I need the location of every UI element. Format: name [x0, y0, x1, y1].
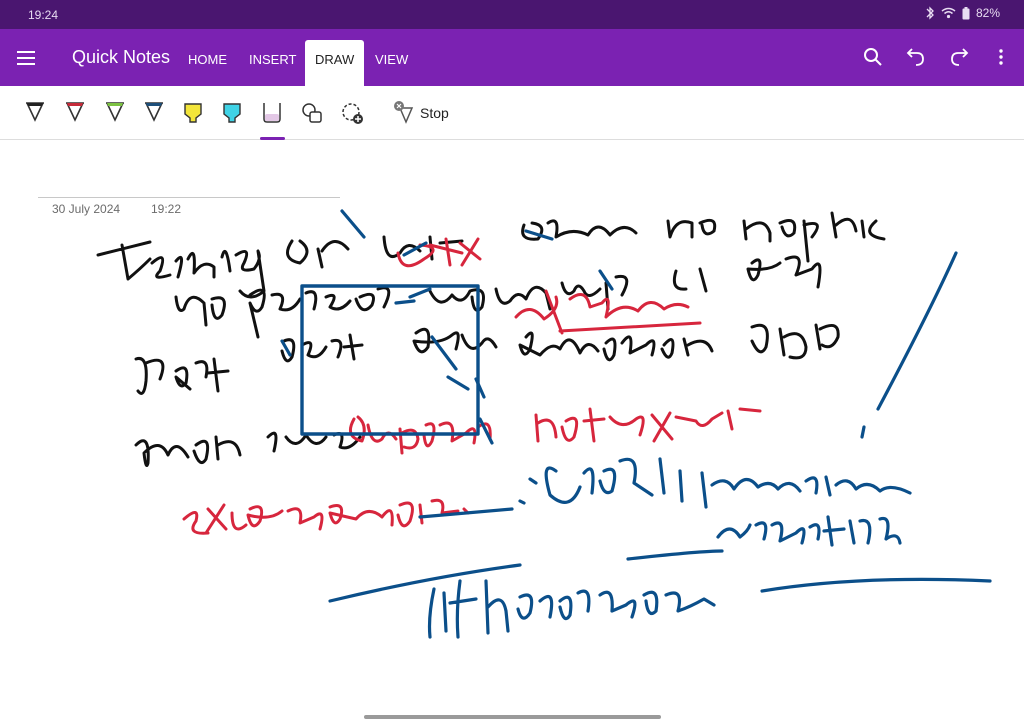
blue-pen-icon[interactable] [142, 100, 166, 126]
ink-blue-rectangle [300, 284, 480, 436]
lasso-select-icon[interactable] [340, 100, 364, 126]
red-pen-icon[interactable] [63, 100, 87, 126]
search-icon[interactable] [861, 45, 885, 69]
active-tool-indicator [260, 137, 285, 140]
tab-draw[interactable]: DRAW [305, 40, 365, 86]
tab-home[interactable]: HOME [178, 40, 237, 86]
redo-icon[interactable] [947, 45, 971, 69]
ink-blue-illustration [427, 579, 716, 639]
yellow-highlighter-icon[interactable] [181, 100, 205, 126]
ink-black-line1 [96, 240, 266, 299]
ink-black-line3b [280, 333, 364, 363]
ink-blue-exclamation [860, 251, 958, 439]
ink-blue-slashes [280, 335, 494, 445]
handwriting-ink-layer [96, 209, 992, 639]
app-bar: Quick Notes HOME INSERT DRAW VIEW [0, 29, 1024, 86]
home-indicator[interactable] [364, 715, 661, 719]
status-bar: 19:24 82% [0, 0, 1024, 29]
app-title: Quick Notes [72, 47, 171, 67]
shapes-icon[interactable] [300, 100, 324, 126]
tab-insert[interactable]: INSERT [239, 40, 306, 86]
hamburger-menu-icon[interactable] [14, 46, 38, 70]
ink-blue-underline1 [328, 563, 522, 603]
ink-black-line2b [560, 255, 822, 311]
ink-red-line3b [534, 407, 762, 443]
undo-icon[interactable] [904, 45, 928, 69]
ink-black-line2 [174, 285, 552, 339]
ink-black-line3d [750, 323, 840, 360]
battery-level: 82% [975, 6, 1000, 20]
wifi-icon [941, 7, 956, 19]
ink-blue-sentence [716, 515, 902, 547]
battery-icon [962, 6, 970, 20]
ink-blue-underline2 [626, 549, 724, 561]
status-icons: 82% [925, 6, 1000, 20]
status-time: 19:24 [28, 8, 59, 22]
ink-black-line3 [134, 356, 230, 395]
more-options-icon[interactable] [989, 45, 1013, 69]
ink-blue-stroke-misc [418, 477, 538, 519]
cyan-highlighter-icon[interactable] [220, 100, 244, 126]
ink-black-line1c [521, 211, 886, 263]
green-pen-icon[interactable] [103, 100, 127, 126]
ink-black-line1b [286, 235, 464, 269]
stop-label: Stop [420, 105, 449, 121]
eraser-icon[interactable] [260, 100, 284, 126]
note-canvas[interactable]: 30 July 2024 19:22 [0, 141, 1024, 724]
ink-blue-underline3 [760, 577, 992, 593]
stop-button[interactable]: Stop [392, 100, 449, 126]
stop-pen-icon [392, 100, 414, 127]
bluetooth-icon [925, 6, 935, 20]
tab-view[interactable]: VIEW [365, 40, 418, 86]
ink-blue-line1 [544, 457, 912, 509]
ink-black-line4 [134, 431, 362, 467]
black-pen-icon[interactable] [23, 100, 47, 126]
draw-toolbar: Stop [0, 86, 1024, 140]
